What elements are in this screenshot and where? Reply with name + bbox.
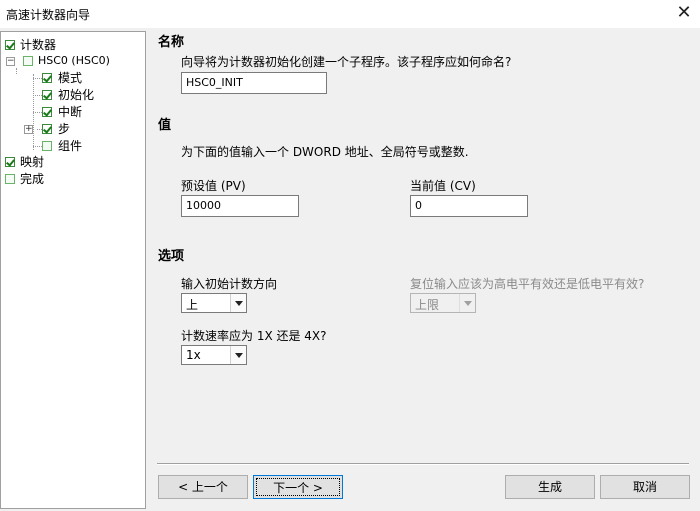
checkbox-icon [42, 73, 52, 83]
rate-select[interactable]: 1x [181, 345, 247, 365]
preset-label: 预设值 (PV) [181, 179, 246, 193]
title-bar: 高速计数器向导 ✕ [0, 0, 700, 28]
direction-select[interactable]: 上 [181, 293, 247, 313]
chevron-down-icon[interactable] [230, 294, 246, 312]
tree-line [33, 95, 42, 96]
name-heading: 名称 [158, 35, 185, 50]
generate-button[interactable]: 生成 [505, 475, 595, 499]
checkbox-icon [42, 141, 52, 151]
next-button-label: 下一个 > [256, 478, 340, 496]
checkbox-icon [42, 124, 52, 134]
checkbox-icon [5, 157, 15, 167]
direction-select-value: 上 [186, 298, 199, 312]
value-heading: 值 [158, 118, 172, 133]
preset-value-input[interactable]: 10000 [181, 195, 299, 217]
options-heading: 选项 [158, 249, 185, 264]
subroutine-name-input[interactable]: HSC0_INIT [181, 72, 327, 94]
reset-select: 上限 [410, 293, 476, 313]
close-icon[interactable]: ✕ [674, 2, 694, 24]
tree-line [33, 146, 42, 147]
checkbox-icon [5, 40, 15, 50]
chevron-down-icon [459, 294, 475, 312]
checkbox-icon [42, 90, 52, 100]
button-separator [157, 463, 689, 465]
prev-button[interactable]: < 上一个 [158, 475, 248, 499]
chevron-down-icon[interactable] [230, 346, 246, 364]
reset-label: 复位输入应该为高电平有效还是低电平有效? [410, 277, 645, 291]
cancel-button[interactable]: 取消 [600, 475, 690, 499]
direction-label: 输入初始计数方向 [181, 277, 278, 291]
wizard-tree: 计数器 − HSC0 (HSC0) 模式 初始化 中断 + 步 组件 映射 完成 [0, 31, 146, 509]
rate-select-value: 1x [186, 348, 201, 362]
tree-line [16, 68, 17, 74]
expand-icon[interactable]: + [24, 125, 33, 134]
next-button[interactable]: 下一个 > [253, 475, 343, 499]
rate-label: 计数速率应为 1X 还是 4X? [181, 329, 327, 343]
checkbox-icon [42, 107, 52, 117]
tree-line [33, 78, 42, 79]
current-value-input[interactable]: 0 [410, 195, 528, 217]
checkbox-icon [23, 56, 33, 66]
value-prompt: 为下面的值输入一个 DWORD 地址、全局符号或整数. [181, 145, 469, 159]
checkbox-icon [5, 174, 15, 184]
current-label: 当前值 (CV) [410, 179, 476, 193]
name-prompt: 向导将为计数器初始化创建一个子程序。该子程序应如何命名? [181, 55, 512, 69]
window-title: 高速计数器向导 [6, 8, 91, 22]
collapse-icon[interactable]: − [6, 57, 15, 66]
reset-select-value: 上限 [415, 298, 440, 312]
tree-line [33, 112, 42, 113]
